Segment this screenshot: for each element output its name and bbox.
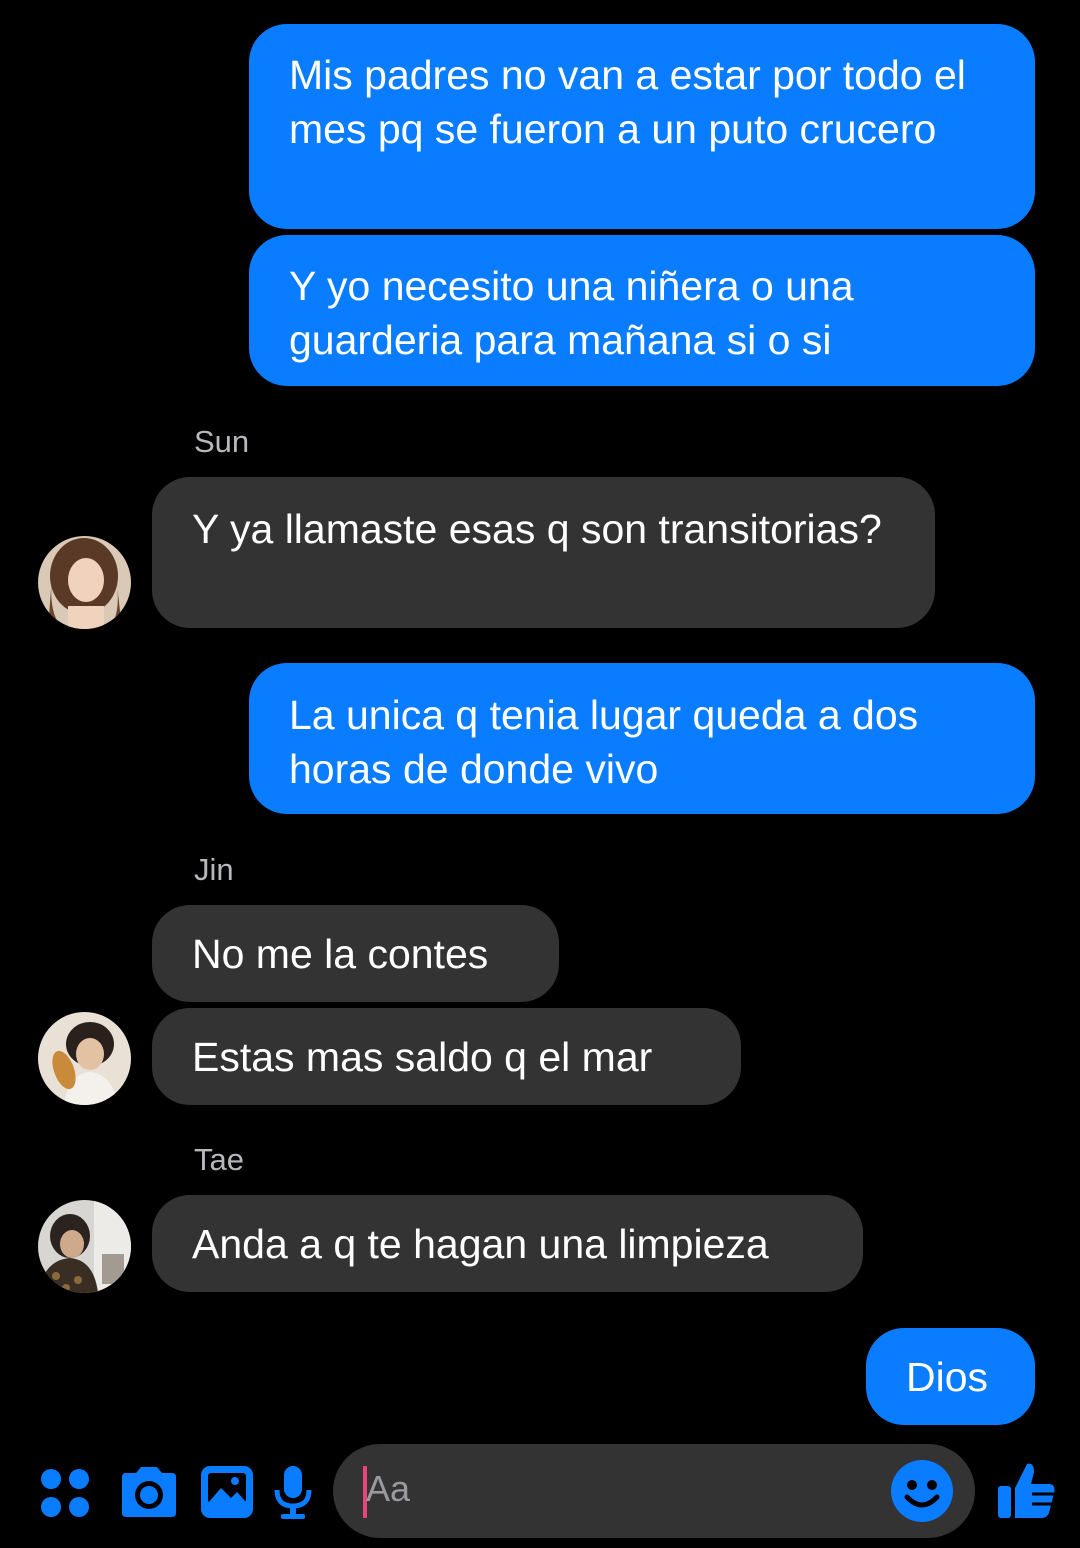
incoming-message[interactable]: No me la contes [152,905,559,1002]
message-text: Mis padres no van a estar por todo el me… [289,52,966,152]
emoji-icon[interactable] [890,1459,954,1523]
avatar-sun[interactable] [38,536,131,629]
menu-dots-icon[interactable] [38,1466,92,1520]
message-input-placeholder: Aa [366,1468,411,1509]
outgoing-message[interactable]: La unica q tenia lugar queda a dos horas… [249,663,1035,814]
outgoing-message[interactable]: Y yo necesito una niñera o una guarderia… [249,235,1035,386]
message-text: La unica q tenia lugar queda a dos horas… [289,692,919,792]
message-text: Y yo necesito una niñera o una guarderia… [289,263,854,363]
camera-icon[interactable] [118,1465,180,1519]
message-text: Anda a q te hagan una limpieza [192,1221,769,1267]
message-text: No me la contes [192,931,489,977]
outgoing-message[interactable]: Dios [866,1328,1035,1425]
sender-name: Sun [194,424,250,459]
sender-name: Jin [194,852,234,887]
message-text: Y ya llamaste esas q son transitorias? [192,506,882,552]
chat-screen: Mis padres no van a estar por todo el me… [0,0,1080,1548]
gallery-icon[interactable] [199,1464,255,1520]
incoming-message[interactable]: Anda a q te hagan una limpieza [152,1195,863,1292]
incoming-message[interactable]: Estas mas saldo q el mar [152,1008,741,1105]
outgoing-message[interactable]: Mis padres no van a estar por todo el me… [249,24,1035,229]
message-text: Dios [906,1354,989,1400]
message-input[interactable]: Aa [333,1444,975,1538]
sender-name: Tae [194,1142,244,1177]
message-text: Estas mas saldo q el mar [192,1034,653,1080]
thumbs-up-icon[interactable] [996,1460,1058,1522]
microphone-icon[interactable] [273,1464,313,1522]
avatar-jin[interactable] [38,1012,131,1105]
avatar-tae[interactable] [38,1200,131,1293]
incoming-message[interactable]: Y ya llamaste esas q son transitorias? [152,477,935,628]
